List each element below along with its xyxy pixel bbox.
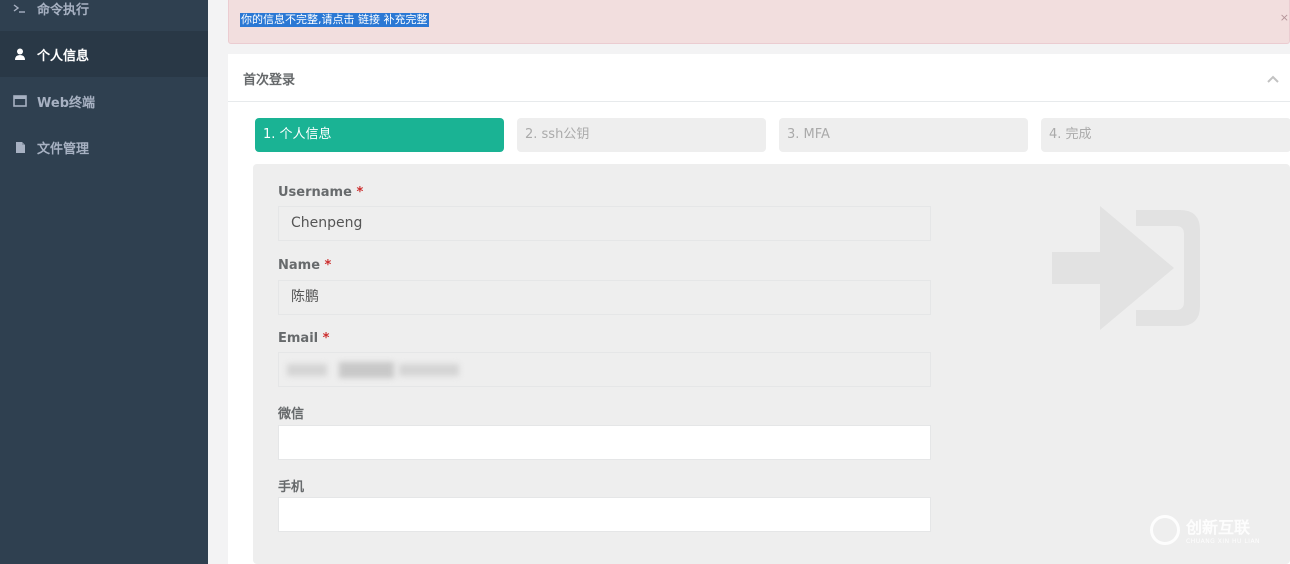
- sidebar-item-profile[interactable]: 个人信息: [0, 31, 208, 77]
- logo-icon: [1150, 514, 1180, 545]
- redacted-text: [287, 364, 327, 376]
- email-label: Email *: [278, 331, 330, 346]
- terminal-icon: [13, 2, 27, 14]
- panel-header: 首次登录: [228, 54, 1290, 102]
- sidebar: 命令执行 个人信息 Web终端 文件管理: [0, 0, 208, 564]
- email-field[interactable]: [278, 352, 931, 387]
- redacted-text: [339, 362, 394, 378]
- phone-label: 手机: [278, 480, 305, 495]
- sidebar-item-web-terminal[interactable]: Web终端: [0, 78, 208, 124]
- step-complete[interactable]: 4. 完成: [1041, 118, 1290, 152]
- step-ssh-key[interactable]: 2. ssh公钥: [517, 118, 766, 152]
- file-icon: [13, 141, 27, 154]
- alert-message[interactable]: 你的信息不完整,请点击 链接 补充完整: [240, 13, 429, 27]
- watermark-logo: 创新互联 CHUANG XIN HU LIAN: [1150, 514, 1260, 545]
- sidebar-item-label: 文件管理: [37, 141, 90, 157]
- sidebar-item-label: Web终端: [37, 95, 95, 111]
- phone-input[interactable]: [278, 497, 931, 532]
- username-label: Username *: [278, 185, 364, 200]
- sidebar-item-file-manager[interactable]: 文件管理: [0, 124, 208, 170]
- wechat-label: 微信: [278, 407, 305, 422]
- step-mfa[interactable]: 3. MFA: [779, 118, 1028, 152]
- panel-title: 首次登录: [243, 73, 296, 88]
- wechat-input[interactable]: [278, 425, 931, 460]
- username-field[interactable]: Chenpeng: [278, 206, 931, 241]
- required-marker: *: [356, 185, 364, 200]
- first-login-panel: 首次登录 1. 个人信息 2. ssh公钥 3. MFA 4. 完成 Usern…: [228, 54, 1290, 564]
- sidebar-item-command[interactable]: 命令执行: [0, 0, 208, 31]
- redacted-text: [399, 364, 459, 376]
- name-label: Name *: [278, 258, 332, 273]
- window-icon: [13, 95, 27, 107]
- step-personal-info[interactable]: 1. 个人信息: [255, 118, 504, 152]
- chevron-up-icon[interactable]: [1266, 71, 1280, 85]
- sign-in-icon: [1048, 202, 1208, 338]
- alert-close-button[interactable]: ×: [1280, 11, 1289, 24]
- required-marker: *: [322, 331, 330, 346]
- form-area: Username * Chenpeng Name * 陈鹏 Email * 微信…: [253, 164, 1290, 564]
- incomplete-info-alert: 你的信息不完整,请点击 链接 补充完整 ×: [228, 0, 1290, 44]
- sidebar-item-label: 个人信息: [37, 48, 90, 64]
- required-marker: *: [324, 258, 332, 273]
- user-icon: [13, 48, 27, 61]
- name-field[interactable]: 陈鹏: [278, 280, 931, 315]
- sidebar-item-label: 命令执行: [37, 2, 90, 18]
